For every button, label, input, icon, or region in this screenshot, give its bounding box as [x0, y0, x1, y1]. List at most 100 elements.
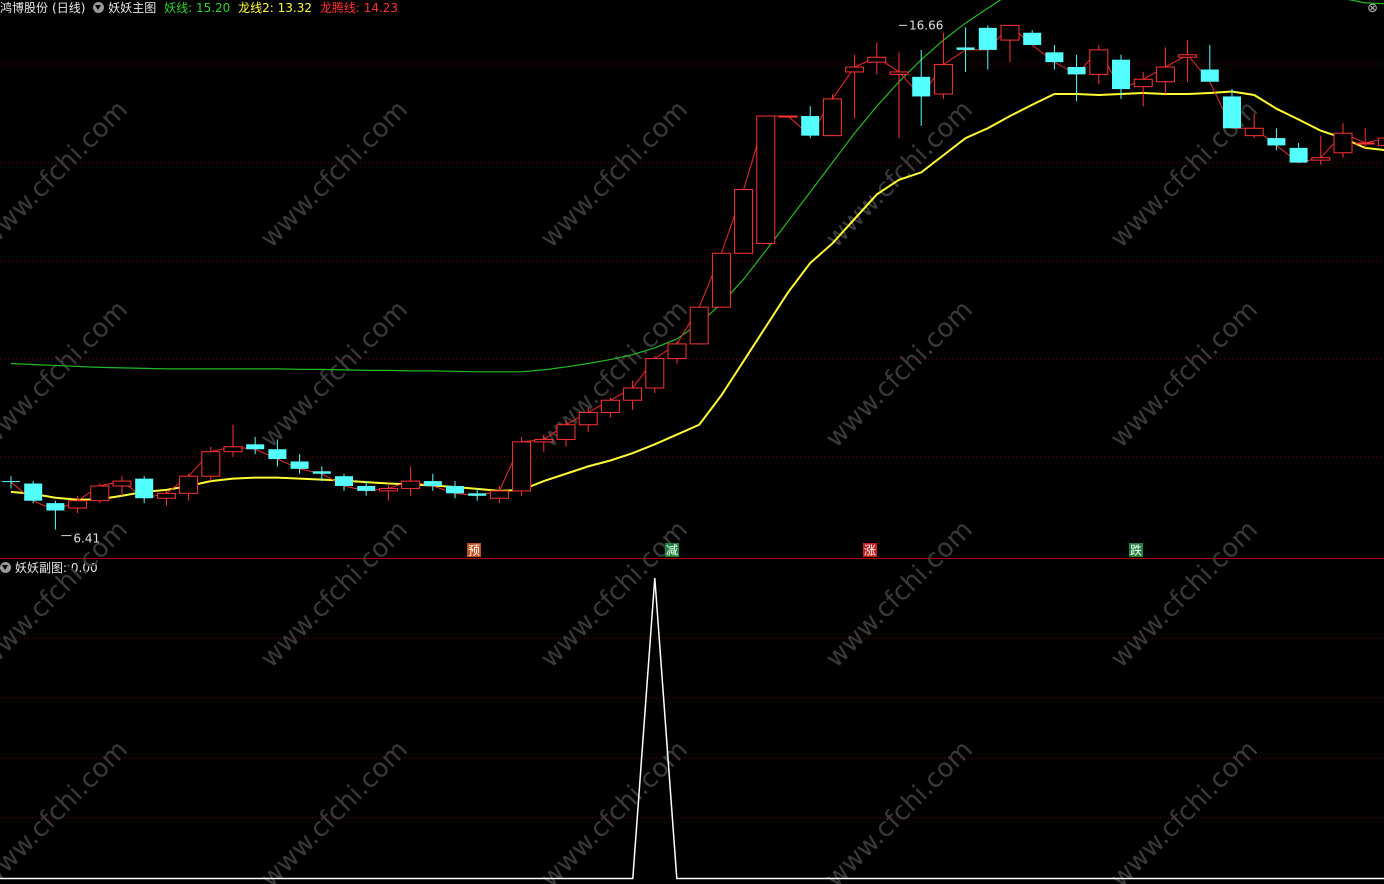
- candle-down: [1200, 44, 1219, 82]
- candle-up: [512, 436, 532, 496]
- candle-body: [135, 478, 154, 499]
- candle-body: [24, 483, 43, 501]
- candle-up: [822, 93, 842, 137]
- candle-body: [1023, 32, 1042, 45]
- candle-down: [1112, 54, 1130, 99]
- watermark-text: www.cfchi.com: [820, 735, 979, 884]
- candle-body: [290, 461, 309, 469]
- candle-body: [889, 71, 909, 75]
- candle-body: [1223, 96, 1241, 129]
- candle-down: [2, 476, 20, 489]
- candle-body: [1178, 54, 1198, 58]
- candle-body: [578, 411, 598, 426]
- signal-badge: 减: [665, 543, 679, 558]
- candle-body: [645, 358, 665, 389]
- candle-body: [1267, 138, 1286, 146]
- candle-down: [1289, 142, 1308, 163]
- candle-body: [912, 76, 931, 97]
- candle-down: [912, 49, 931, 126]
- candle-down: [24, 481, 43, 504]
- candle-body: [667, 343, 687, 360]
- watermark-text: www.cfchi.com: [535, 95, 694, 254]
- candle-body: [956, 47, 975, 50]
- candle-up: [689, 306, 709, 345]
- watermark-text: www.cfchi.com: [535, 515, 694, 674]
- low-price-label: 6.41: [73, 532, 100, 546]
- candle-up: [711, 252, 731, 308]
- candle-up: [933, 32, 953, 99]
- candle-body: [600, 399, 620, 413]
- signal-badge: 涨: [863, 543, 877, 558]
- candle-up: [201, 446, 221, 482]
- candle-body: [1000, 24, 1020, 41]
- watermark-text: www.cfchi.com: [255, 515, 414, 674]
- candle-up: [623, 380, 643, 411]
- candle-body: [1311, 157, 1331, 161]
- candle-body: [689, 306, 709, 345]
- candle-body: [845, 66, 865, 73]
- candle-body: [489, 490, 509, 499]
- watermark-text: www.cfchi.com: [0, 295, 134, 454]
- candle-body: [623, 387, 643, 401]
- candle-body: [468, 493, 487, 496]
- signal-badge: 预: [467, 543, 481, 558]
- candle-body: [534, 438, 554, 443]
- candle-up: [112, 476, 132, 496]
- high-price-label: 16.66: [909, 18, 943, 32]
- candle-body: [1333, 132, 1353, 154]
- long-line: [10, 90, 1384, 501]
- candle-body: [1244, 127, 1264, 137]
- candle-body: [90, 485, 110, 502]
- candle-body: [378, 487, 398, 492]
- candle-body: [978, 27, 997, 50]
- candle-body: [423, 481, 442, 486]
- candle-body: [933, 64, 953, 95]
- watermark-text: www.cfchi.com: [255, 735, 414, 884]
- candle-up: [1333, 123, 1353, 158]
- candle-body: [1155, 66, 1175, 83]
- watermark-text: www.cfchi.com: [1105, 515, 1264, 674]
- candle-body: [179, 475, 199, 494]
- candle-body: [1377, 137, 1384, 146]
- candle-down: [1267, 128, 1286, 151]
- watermark-text: www.cfchi.com: [0, 515, 134, 674]
- candle-body: [822, 98, 842, 137]
- candle-body: [1133, 78, 1153, 88]
- candle-body: [401, 480, 421, 489]
- candle-up: [489, 485, 509, 504]
- candle-body: [112, 480, 132, 487]
- candle-body: [246, 444, 265, 450]
- candle-up: [401, 466, 421, 496]
- candle-up: [90, 483, 110, 504]
- candle-up: [600, 397, 620, 418]
- candle-body: [223, 446, 243, 453]
- candle-body: [1089, 49, 1109, 75]
- candle-body: [46, 503, 65, 511]
- candle-down: [801, 106, 820, 139]
- candle-body: [1045, 52, 1064, 63]
- watermark-text: www.cfchi.com: [255, 95, 414, 254]
- candle-up: [156, 490, 176, 506]
- candle-body: [335, 476, 353, 486]
- candle-up: [1178, 40, 1198, 82]
- kline-chart[interactable]: www.cfchi.com www.cfchi.com www.cfchi.com w…: [0, 0, 1384, 884]
- candle-body: [512, 441, 532, 492]
- candle-down: [956, 27, 975, 72]
- candle-down: [978, 25, 997, 70]
- signal-badge-text: 减: [666, 544, 678, 558]
- watermark-text: www.cfchi.com: [0, 95, 134, 254]
- candle-body: [1200, 69, 1219, 82]
- candle-up: [867, 42, 887, 75]
- candle-body: [867, 56, 887, 63]
- signal-badge-text: 跌: [1130, 543, 1142, 558]
- candle-down: [290, 454, 309, 474]
- candle-body: [778, 115, 798, 118]
- candle-down: [335, 473, 353, 491]
- candle-body: [1289, 147, 1308, 163]
- candle-body: [734, 189, 754, 254]
- candle-body: [156, 492, 176, 499]
- candle-down: [1023, 30, 1042, 45]
- candle-down: [446, 481, 464, 499]
- candle-up: [667, 341, 687, 364]
- candle-down: [1223, 89, 1241, 129]
